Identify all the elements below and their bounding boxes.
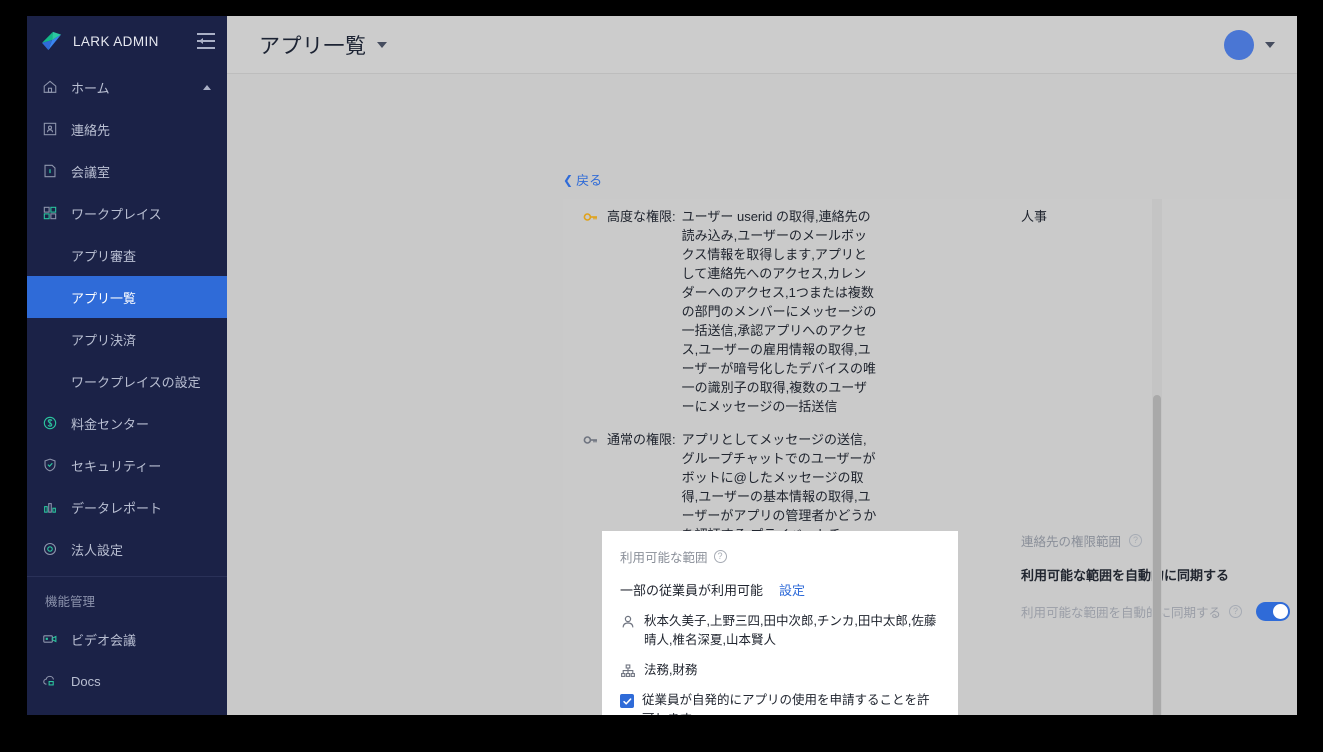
sidebar-item-8[interactable]: 料金センター xyxy=(27,402,227,444)
self-apply-checkbox-row: 従業員が自発的にアプリの使用を申請することを許可します xyxy=(620,691,940,715)
sidebar-item-label: ワークプレイス xyxy=(71,204,162,223)
chevron-left-icon: ❮ xyxy=(563,174,573,186)
brand-name: LARK ADMIN xyxy=(73,34,187,49)
billing-icon xyxy=(41,414,59,432)
sidebar-item-label: 法人設定 xyxy=(71,540,123,559)
key-icon-gray xyxy=(583,432,599,448)
avatar[interactable] xyxy=(1224,30,1254,60)
member-list: 秋本久美子,上野三四,田中次郎,チンカ,田中太郎,佐藤晴人,椎名深夏,山本賢人 xyxy=(644,612,940,650)
contacts-icon xyxy=(41,120,59,138)
toggle-knob xyxy=(1273,604,1288,619)
sidebar-item-label: アプリ審査 xyxy=(71,246,136,265)
home-icon xyxy=(41,78,59,96)
chart-icon xyxy=(41,498,59,516)
department-list: 法務,財務 xyxy=(644,661,697,680)
sidebar-section-nav: ビデオ会議 Docs xyxy=(27,618,227,702)
gear-icon xyxy=(41,540,59,558)
sidebar-item-2[interactable]: 会議室 xyxy=(27,150,227,192)
meeting-room-icon xyxy=(41,162,59,180)
sidebar: LARK ADMIN ホーム連絡先会議室ワークプレイスアプリ審査アプリ一覧アプリ… xyxy=(27,16,227,715)
department-list-row: 法務,財務 xyxy=(620,661,940,680)
sidebar-item-label: アプリ一覧 xyxy=(71,288,136,307)
sidebar-item-3[interactable]: ワークプレイス xyxy=(27,192,227,234)
chevron-down-icon[interactable] xyxy=(377,42,387,48)
page-title: アプリ一覧 xyxy=(259,30,367,60)
back-link[interactable]: ❮ 戻る xyxy=(563,170,602,189)
available-scope-title-row: 利用可能な範囲 ? xyxy=(620,547,940,566)
workplace-grid-icon xyxy=(41,204,59,222)
sidebar-item-label: Docs xyxy=(71,674,101,689)
sidebar-item-label: アプリ決済 xyxy=(71,330,136,349)
topbar: アプリ一覧 xyxy=(227,16,1297,74)
sidebar-item-1[interactable]: 連絡先 xyxy=(27,108,227,150)
auto-sync-label: 利用可能な範囲を自動的に同期する xyxy=(1021,602,1221,621)
help-icon[interactable]: ? xyxy=(1129,534,1142,547)
lark-logo-icon xyxy=(41,31,63,51)
help-icon[interactable]: ? xyxy=(714,550,727,563)
sidebar-item-label: セキュリティー xyxy=(71,456,161,475)
sidebar-item-label: ホーム xyxy=(71,78,110,97)
sidebar-item-4[interactable]: アプリ審査 xyxy=(27,234,227,276)
sidebar-item-6[interactable]: アプリ決済 xyxy=(27,318,227,360)
shield-icon xyxy=(41,456,59,474)
permission-label-advanced: 高度な権限: xyxy=(599,207,676,416)
chevron-up-icon[interactable] xyxy=(203,85,211,90)
sidebar-item-label: 料金センター xyxy=(71,414,149,433)
available-scope-title: 利用可能な範囲 xyxy=(620,547,708,566)
self-apply-checkbox[interactable] xyxy=(620,694,634,708)
sidebar-nav: ホーム連絡先会議室ワークプレイスアプリ審査アプリ一覧アプリ決済ワークプレイスの設… xyxy=(27,66,227,570)
docs-cloud-icon xyxy=(41,672,59,690)
self-apply-label: 従業員が自発的にアプリの使用を申請することを許可します xyxy=(642,691,940,715)
key-icon-gold xyxy=(583,209,599,225)
auto-sync-toggle[interactable] xyxy=(1256,602,1290,621)
sidebar-item-9[interactable]: セキュリティー xyxy=(27,444,227,486)
collapse-menu-icon[interactable] xyxy=(197,33,215,49)
sidebar-item-7[interactable]: ワークプレイスの設定 xyxy=(27,360,227,402)
member-list-row: 秋本久美子,上野三四,田中次郎,チンカ,田中太郎,佐藤晴人,椎名深夏,山本賢人 xyxy=(620,612,940,650)
back-label: 戻る xyxy=(576,170,602,189)
sidebar-item-101[interactable]: Docs xyxy=(27,660,227,702)
sidebar-item-5[interactable]: アプリ一覧 xyxy=(27,276,227,318)
contact-scope-title: 連絡先の権限範囲 xyxy=(1021,531,1121,550)
app-window: LARK ADMIN ホーム連絡先会議室ワークプレイスアプリ審査アプリ一覧アプリ… xyxy=(27,16,1297,715)
sidebar-item-label: 会議室 xyxy=(71,162,110,181)
sidebar-item-0[interactable]: ホーム xyxy=(27,66,227,108)
sidebar-item-11[interactable]: 法人設定 xyxy=(27,528,227,570)
available-scope-status: 一部の従業員が利用可能 xyxy=(620,580,763,599)
settings-link[interactable]: 設定 xyxy=(779,580,805,599)
sidebar-item-100[interactable]: ビデオ会議 xyxy=(27,618,227,660)
sidebar-item-label: データレポート xyxy=(71,498,162,517)
org-tree-icon xyxy=(620,663,636,679)
content-area: ❮ 戻る 高度な権限: ユーザー userid の取得,連絡先の読み込み, xyxy=(227,74,1297,715)
sidebar-item-label: ワークプレイスの設定 xyxy=(71,372,201,391)
permission-value-advanced: ユーザー userid の取得,連絡先の読み込み,ユーザーのメールボックス情報を… xyxy=(682,207,878,416)
person-icon xyxy=(620,614,636,630)
permission-row-advanced: 高度な権限: ユーザー userid の取得,連絡先の読み込み,ユーザーのメール… xyxy=(563,207,1297,416)
vertical-scrollbar-thumb[interactable] xyxy=(1153,395,1161,715)
avatar-chevron-down-icon[interactable] xyxy=(1265,42,1275,48)
sidebar-item-10[interactable]: データレポート xyxy=(27,486,227,528)
available-scope-card: 利用可能な範囲 ? 一部の従業員が利用可能 設定 xyxy=(602,531,958,715)
help-icon[interactable]: ? xyxy=(1229,605,1242,618)
sidebar-item-label: 連絡先 xyxy=(71,120,110,139)
permission-right-advanced: 人事 xyxy=(1021,207,1047,226)
main-region: アプリ一覧 ❮ 戻る xyxy=(227,16,1297,715)
brand-row: LARK ADMIN xyxy=(27,16,227,66)
video-icon xyxy=(41,630,59,648)
sidebar-item-label: ビデオ会議 xyxy=(71,630,136,649)
available-scope-status-row: 一部の従業員が利用可能 設定 xyxy=(620,580,940,599)
sidebar-section-label: 機能管理 xyxy=(27,577,227,618)
app-detail-panel: 高度な権限: ユーザー userid の取得,連絡先の読み込み,ユーザーのメール… xyxy=(563,199,1297,715)
